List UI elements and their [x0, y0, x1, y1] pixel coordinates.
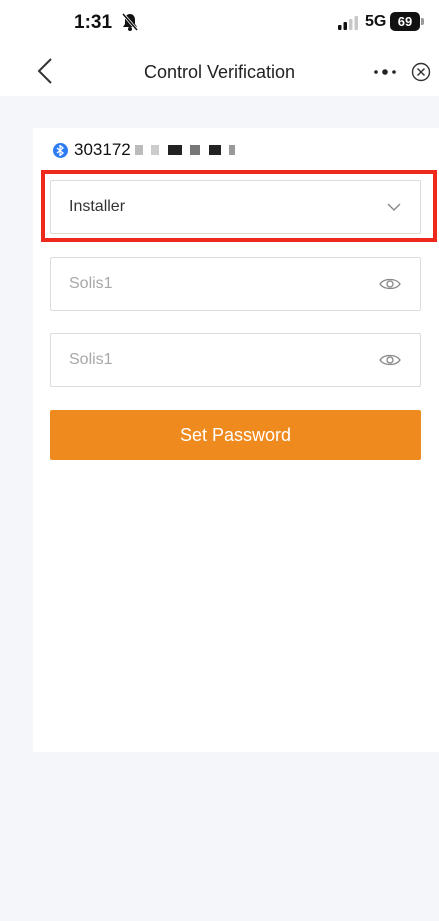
bluetooth-icon: [53, 142, 68, 158]
eye-icon: [379, 278, 401, 290]
confirm-password-placeholder: Solis1: [69, 351, 113, 368]
set-password-button[interactable]: Set Password: [50, 410, 421, 460]
password-input[interactable]: Solis1: [50, 257, 421, 311]
role-select[interactable]: Installer: [50, 180, 421, 234]
close-button[interactable]: [410, 61, 432, 83]
close-circle-icon: [411, 62, 431, 82]
confirm-password-input[interactable]: Solis1: [50, 333, 421, 387]
chevron-down-icon: [387, 203, 401, 211]
battery-tip: [421, 18, 424, 25]
status-bar: 1:31 5G 69: [0, 0, 439, 44]
more-button[interactable]: [372, 62, 398, 82]
toggle-password-visibility[interactable]: [378, 272, 402, 296]
chevron-left-icon: [37, 58, 52, 84]
toggle-confirm-visibility[interactable]: [378, 348, 402, 372]
network-type: 5G: [365, 13, 387, 30]
password-placeholder: Solis1: [69, 275, 113, 292]
battery-icon: 69: [390, 12, 420, 31]
cellular-signal-icon: [338, 16, 358, 30]
battery-level: 69: [397, 14, 413, 29]
eye-icon: [379, 354, 401, 366]
device-id: 303172: [74, 140, 131, 159]
redacted-device-id: [131, 141, 235, 159]
bell-off-icon: [120, 12, 140, 32]
status-time: 1:31: [74, 12, 113, 33]
back-button[interactable]: [30, 54, 60, 88]
role-select-value: Installer: [69, 198, 126, 215]
device-row: 303172: [53, 138, 235, 162]
more-dots-icon: [374, 69, 396, 75]
nav-bar: Control Verification: [0, 44, 439, 96]
